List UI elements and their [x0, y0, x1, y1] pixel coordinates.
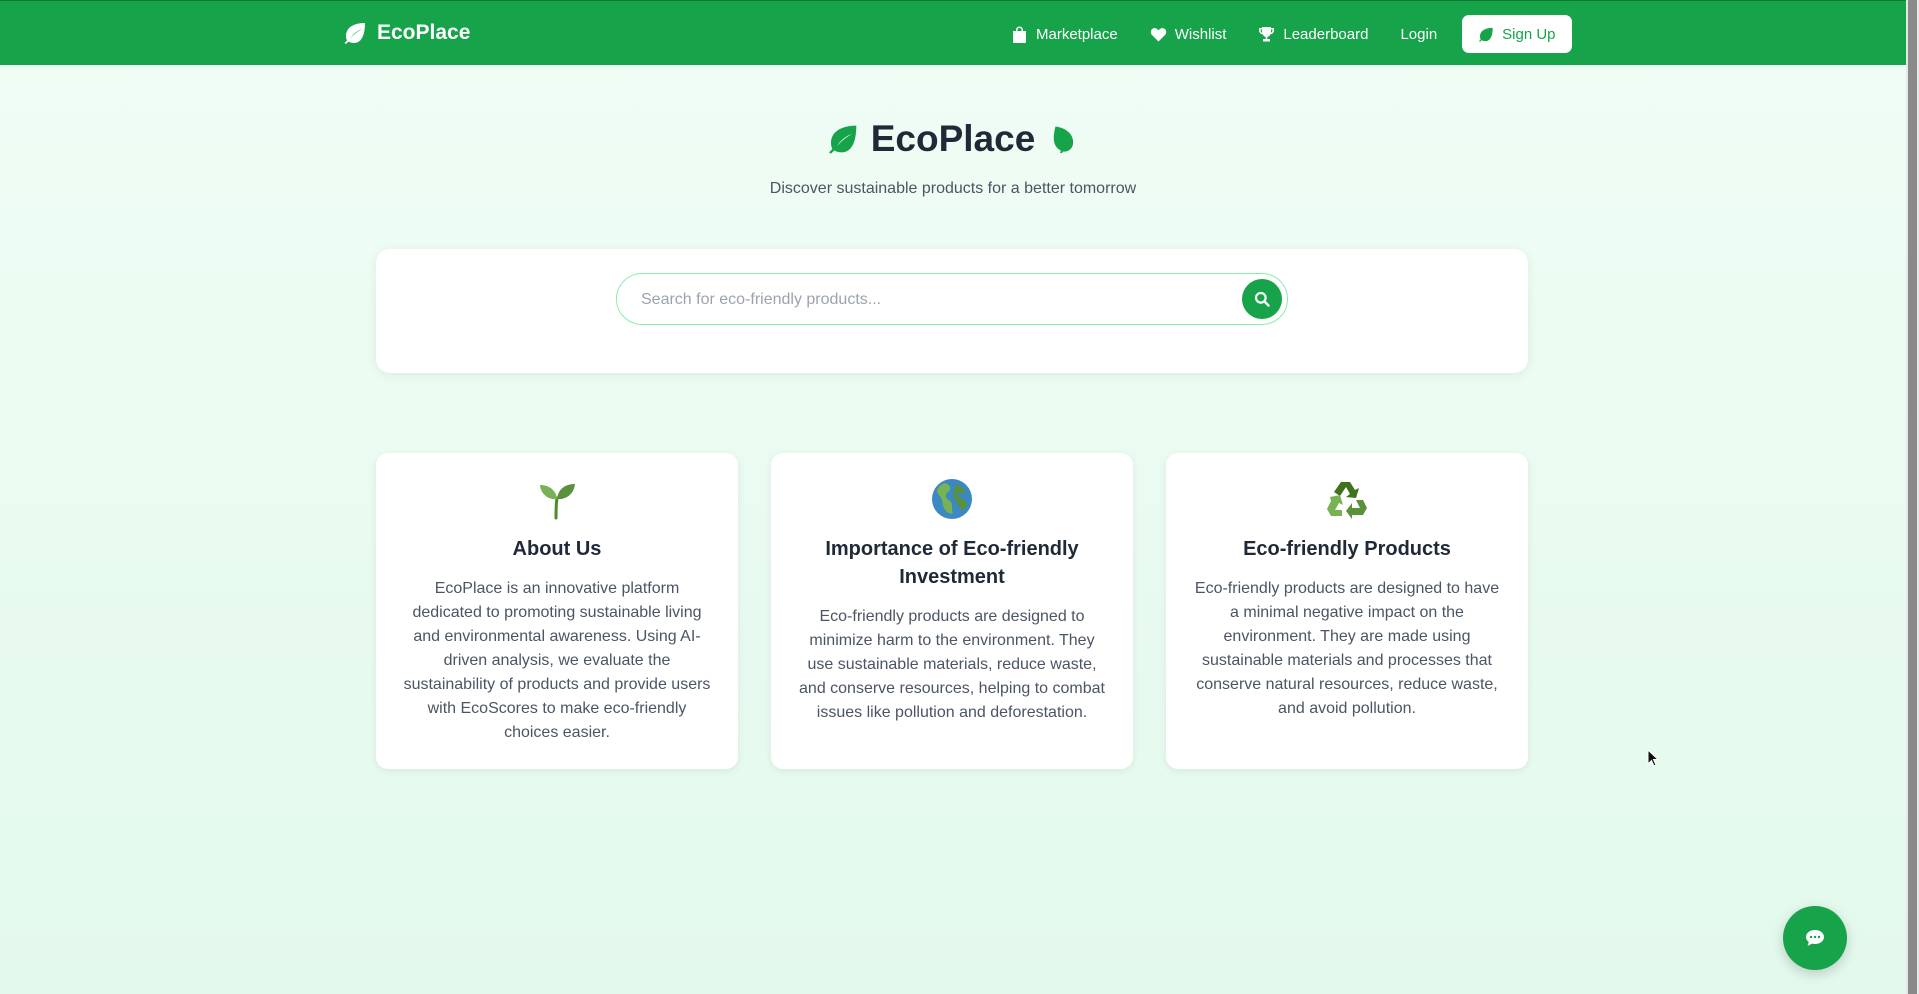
nav-leaderboard[interactable]: Leaderboard	[1242, 15, 1384, 53]
page-subtitle: Discover sustainable products for a bett…	[769, 180, 1137, 197]
signup-label: Sign Up	[1502, 25, 1556, 43]
card-text: EcoPlace is an innovative platform dedic…	[403, 580, 711, 741]
leaf-icon	[1054, 126, 1074, 154]
leaf-icon	[344, 23, 365, 44]
search-input[interactable]	[641, 288, 1221, 312]
nav-login[interactable]: Login	[1384, 15, 1453, 53]
nav-wishlist-label: Wishlist	[1174, 25, 1227, 43]
card-text: Eco-friendly products are designed to mi…	[799, 608, 1105, 721]
leaf-icon	[828, 125, 857, 154]
nav-leaderboard-label: Leaderboard	[1283, 25, 1369, 43]
nav-marketplace-label: Marketplace	[1036, 25, 1118, 43]
signup-button[interactable]: Sign Up	[1462, 15, 1572, 53]
nav-wishlist[interactable]: Wishlist	[1134, 15, 1243, 53]
info-cards: About Us EcoPlace is an innovative platf…	[376, 453, 1528, 769]
nav-links: Marketplace Wishlist Leaderboard Login S…	[995, 15, 1572, 53]
search-button[interactable]	[1242, 279, 1282, 319]
scrollbar-thumb[interactable]	[1908, 0, 1917, 994]
trophy-icon	[1259, 26, 1275, 41]
mouse-cursor-icon	[1647, 749, 1659, 767]
leaf-icon	[1479, 27, 1493, 42]
top-navbar: EcoPlace Marketplace Wishlist Leaderboar…	[0, 0, 1906, 65]
vertical-scrollbar[interactable]	[1906, 0, 1919, 994]
chat-button[interactable]	[1783, 906, 1847, 970]
seedling-icon	[540, 484, 575, 520]
globe-icon	[932, 479, 972, 519]
hero-section: EcoPlace Discover sustainable products f…	[0, 118, 1906, 198]
brand-name: EcoPlace	[377, 21, 471, 44]
brand-link[interactable]: EcoPlace	[343, 21, 470, 45]
card-text: Eco-friendly products are designed to ha…	[1194, 580, 1500, 717]
search-card	[376, 249, 1528, 373]
chat-bubble-icon	[1806, 930, 1824, 946]
card-eco-products: Eco-friendly Products Eco-friendly produ…	[1166, 453, 1528, 769]
card-eco-investment: Importance of Eco-friendly Investment Ec…	[771, 453, 1133, 769]
recycle-icon	[1327, 482, 1367, 519]
card-about-us: About Us EcoPlace is an innovative platf…	[376, 453, 738, 769]
heart-icon	[1150, 27, 1166, 41]
page-title: EcoPlace	[827, 118, 1080, 160]
search-icon	[1254, 291, 1270, 307]
nav-marketplace[interactable]: Marketplace	[995, 15, 1134, 53]
nav-login-label: Login	[1400, 25, 1438, 43]
page-title-text: EcoPlace	[870, 118, 1036, 159]
search-box	[616, 273, 1288, 325]
card-title: Importance of Eco-friendly Investment	[825, 538, 1079, 588]
card-title: Eco-friendly Products	[1243, 538, 1451, 560]
card-title: About Us	[512, 538, 602, 560]
shopping-bag-icon	[1013, 26, 1026, 43]
